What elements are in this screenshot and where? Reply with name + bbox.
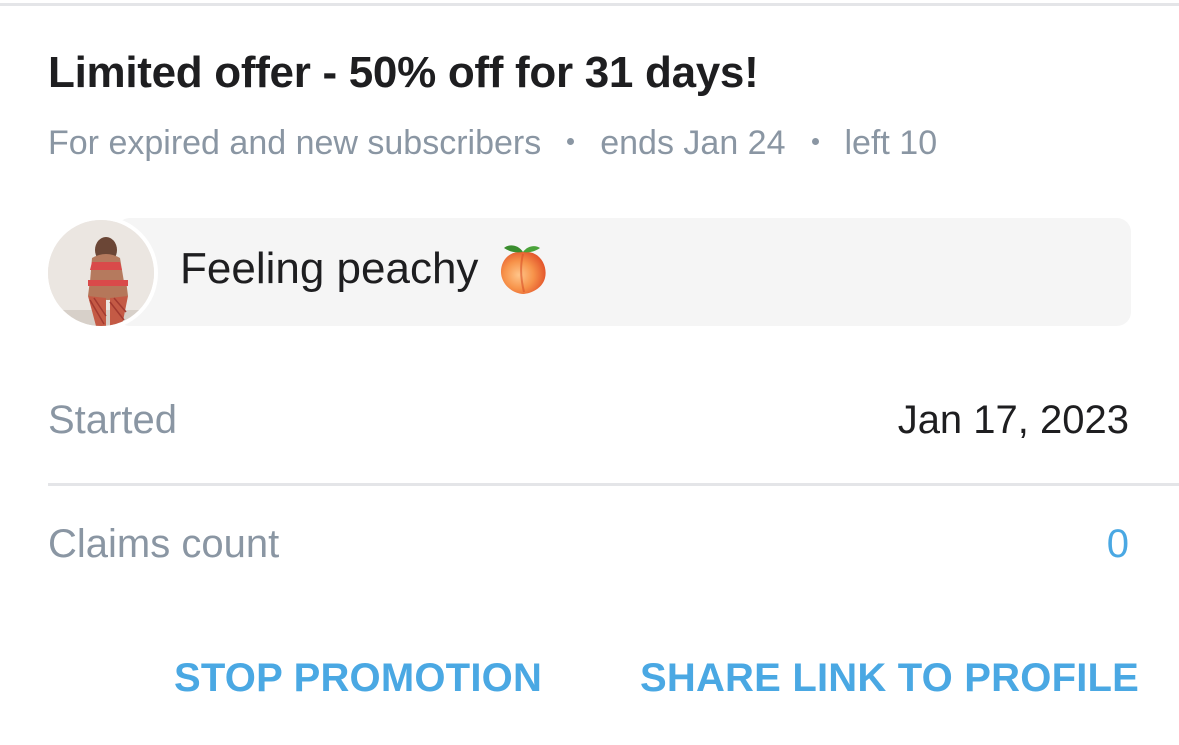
avatar[interactable] — [44, 216, 158, 330]
avatar-photo — [48, 220, 154, 326]
offer-left: left 10 — [844, 124, 938, 162]
offer-audience: For expired and new subscribers — [48, 124, 542, 162]
peach-emoji-icon — [494, 240, 552, 298]
offer-title: Limited offer - 50% off for 31 days! — [48, 48, 759, 97]
claims-label: Claims count — [48, 521, 280, 566]
stop-promotion-button[interactable]: STOP PROMOTION — [174, 648, 542, 708]
offer-meta: For expired and new subscribers ends Jan… — [48, 124, 937, 163]
separator-dot-icon — [811, 138, 819, 145]
started-value: Jan 17, 2023 — [897, 397, 1129, 442]
row-divider — [48, 483, 1179, 486]
claims-count-value[interactable]: 0 — [1107, 522, 1129, 567]
offer-ends: ends Jan 24 — [600, 124, 786, 162]
share-link-to-profile-button[interactable]: SHARE LINK TO PROFILE — [640, 648, 1139, 708]
claims-row: Claims count 0 — [48, 514, 1129, 574]
promo-message: Feeling peachy — [180, 240, 552, 298]
started-label: Started — [48, 397, 177, 442]
started-row: Started Jan 17, 2023 — [48, 390, 1129, 450]
separator-dot-icon — [567, 138, 575, 145]
promo-message-text: Feeling peachy — [180, 244, 479, 293]
top-divider — [0, 3, 1179, 6]
